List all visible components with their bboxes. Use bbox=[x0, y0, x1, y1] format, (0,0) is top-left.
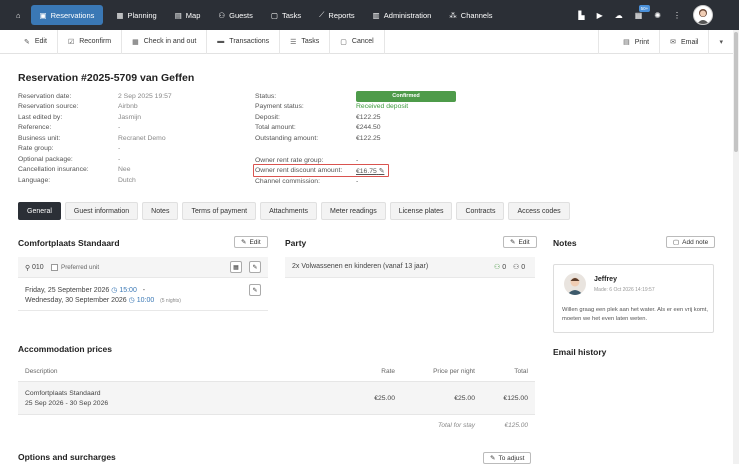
printer-icon: ▤ bbox=[623, 39, 630, 46]
envelope-icon: ✉ bbox=[670, 39, 676, 46]
reservations-icon: ▣ bbox=[39, 10, 47, 20]
tab-access-codes[interactable]: Access codes bbox=[508, 202, 570, 220]
tab-notes[interactable]: Notes bbox=[142, 202, 179, 220]
building-icon: ▥ bbox=[372, 10, 380, 20]
cancel-button[interactable]: ▢ Cancel bbox=[330, 29, 385, 54]
print-button[interactable]: ▤ Print bbox=[598, 30, 659, 54]
pencil-icon: ✎ bbox=[490, 455, 496, 462]
youtube-icon[interactable]: ▶ bbox=[597, 11, 603, 20]
to-adjust-button[interactable]: ✎ To adjust bbox=[483, 452, 532, 464]
channels-icon: ⁂ bbox=[449, 10, 457, 20]
email-history-title: Email history bbox=[553, 347, 607, 357]
unit-number: 010 bbox=[32, 264, 44, 271]
table-footer: Total for stay €125.00 bbox=[438, 421, 528, 429]
reservation-details: Reservation date: 2 Sep 2025 19:57 Reserv… bbox=[18, 92, 172, 184]
prices-table: Description Rate Price per night Total C… bbox=[18, 362, 535, 435]
nav-tasks[interactable]: ▢ Tasks bbox=[262, 5, 310, 25]
top-navbar: ⌂ ▣ Reservations ▦ Planning ▤ Map ⚇ Guests ▢… bbox=[0, 0, 739, 30]
payment-details: Status: Confirmed Payment status: Received… bbox=[255, 90, 456, 144]
nav-guests[interactable]: ⚇ Guests bbox=[209, 5, 262, 25]
nav-administration[interactable]: ▥ Administration bbox=[364, 5, 441, 25]
page-title: Reservation #2025-5709 van Geffen bbox=[18, 72, 195, 84]
gear-icon[interactable]: ✺ bbox=[654, 11, 661, 20]
unit-edit-button[interactable]: ✎ Edit bbox=[234, 236, 268, 248]
tasks-button[interactable]: ☰ Tasks bbox=[280, 29, 331, 54]
action-toolbar: ✎ Edit ☑ Reconfirm ▦ Check in and out ▬ Tran… bbox=[0, 29, 733, 54]
status-badge: Confirmed bbox=[356, 90, 456, 102]
notification-badge: 50+ bbox=[638, 4, 651, 12]
calendar-x-icon: ▢ bbox=[340, 38, 347, 46]
check-in-out-button[interactable]: ▦ Check in and out bbox=[122, 29, 208, 54]
nav-reports[interactable]: ⟋ Reports bbox=[310, 5, 364, 25]
calendar-check-icon: ▦ bbox=[132, 38, 139, 46]
add-note-button[interactable]: ▢ Add note bbox=[666, 236, 716, 248]
document-icon[interactable]: ▙ bbox=[578, 11, 584, 20]
party-edit-button[interactable]: ✎ Edit bbox=[503, 236, 537, 248]
pencil-icon: ✎ bbox=[252, 264, 258, 271]
dates-edit-button[interactable]: ✎ bbox=[249, 284, 261, 296]
chart-icon: ⟋ bbox=[319, 10, 325, 19]
cloud-download-icon[interactable]: ☁ bbox=[615, 11, 623, 20]
options-title: Options and surcharges bbox=[18, 452, 116, 462]
money-icon: ▬ bbox=[217, 38, 225, 45]
nav-channels[interactable]: ⁂ Channels bbox=[440, 5, 501, 25]
tab-attachments[interactable]: Attachments bbox=[260, 202, 318, 220]
highlight-box bbox=[253, 164, 389, 177]
more-vertical-icon[interactable]: ⋮ bbox=[673, 11, 681, 20]
party-title: Party bbox=[285, 238, 307, 248]
unit-row-edit-button[interactable]: ✎ bbox=[249, 261, 261, 273]
tab-bar: General Guest information Notes Terms of… bbox=[18, 202, 570, 220]
accommodation-prices-title: Accommodation prices bbox=[18, 344, 112, 354]
party-row: 2x Volwassenen en kinderen (vanaf 13 jaa… bbox=[285, 257, 535, 278]
nav-home[interactable]: ⌂ bbox=[0, 5, 29, 25]
pencil-icon: ✎ bbox=[24, 38, 30, 46]
tab-meter-readings[interactable]: Meter readings bbox=[321, 202, 386, 220]
user-plus-icon: ⚇ bbox=[494, 264, 501, 271]
list-icon: ☰ bbox=[290, 38, 297, 46]
note-card: Jeffrey Made: 6 Oct 2026 14:19:57 Willen… bbox=[553, 264, 714, 333]
unit-row: ⚲ 010 Preferred unit ▦ ✎ bbox=[18, 257, 268, 278]
pencil-icon: ✎ bbox=[252, 287, 258, 294]
guests-icon: ⚇ bbox=[218, 10, 226, 20]
transactions-button[interactable]: ▬ Transactions bbox=[207, 29, 281, 54]
calendar-icon: ▦ bbox=[116, 10, 124, 20]
email-button[interactable]: ✉ Email bbox=[659, 30, 708, 54]
check-square-icon: ☑ bbox=[67, 38, 75, 46]
nav-reservations[interactable]: ▣ Reservations bbox=[30, 5, 104, 25]
stay-dates: Friday, 25 September 2026 ◷ 15:00 - Wedn… bbox=[18, 280, 268, 311]
tab-contracts[interactable]: Contracts bbox=[456, 202, 505, 220]
table-row: Comfortplaats Standaard 25 Sep 2026 - 30 … bbox=[18, 382, 535, 415]
map-icon: ▤ bbox=[174, 10, 182, 20]
home-icon: ⌂ bbox=[16, 10, 21, 20]
tab-terms-of-payment[interactable]: Terms of payment bbox=[182, 202, 257, 220]
calendar-button[interactable]: ▦ bbox=[230, 261, 242, 273]
edit-button[interactable]: ✎ Edit bbox=[0, 29, 58, 54]
user-avatar[interactable] bbox=[693, 5, 713, 25]
user-icon: ⚇ bbox=[513, 264, 520, 271]
nav-map[interactable]: ▤ Map bbox=[166, 5, 210, 25]
pencil-icon: ✎ bbox=[510, 239, 516, 246]
unit-title: Comfortplaats Standaard bbox=[18, 238, 120, 248]
clock-icon: ◷ bbox=[111, 287, 118, 294]
tab-general[interactable]: General bbox=[18, 202, 61, 220]
clock-icon: ◷ bbox=[128, 297, 135, 304]
note-author-avatar bbox=[564, 273, 586, 295]
more-dropdown-button[interactable]: ▾ bbox=[708, 30, 733, 54]
tab-license-plates[interactable]: License plates bbox=[389, 202, 453, 220]
caret-down-icon: ▾ bbox=[719, 39, 723, 46]
table-header: Description Rate Price per night Total bbox=[18, 362, 535, 382]
pencil-icon: ✎ bbox=[241, 239, 247, 246]
reconfirm-button[interactable]: ☑ Reconfirm bbox=[58, 29, 123, 54]
note-icon: ▢ bbox=[673, 239, 680, 246]
preferred-unit-checkbox[interactable] bbox=[51, 264, 58, 271]
calendar-icon: ▦ bbox=[233, 264, 239, 271]
tab-guest-information[interactable]: Guest information bbox=[64, 202, 139, 220]
notes-title: Notes bbox=[553, 238, 577, 248]
scrollbar[interactable] bbox=[733, 30, 739, 464]
tasks-icon: ▢ bbox=[270, 10, 278, 20]
map-pin-icon: ⚲ bbox=[25, 265, 31, 272]
nav-planning[interactable]: ▦ Planning bbox=[107, 5, 165, 25]
gift-icon[interactable]: ▦ 50+ bbox=[635, 4, 651, 20]
